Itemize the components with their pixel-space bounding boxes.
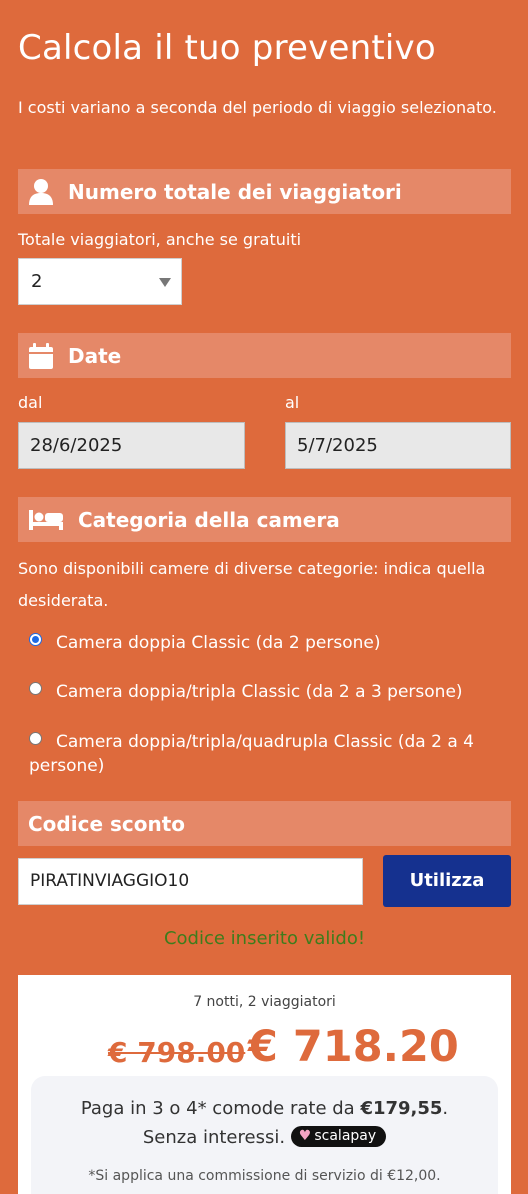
page-title: Calcola il tuo preventivo [18,28,436,68]
section-travelers-title: Numero totale dei viaggiatori [68,179,402,204]
travelers-select[interactable]: 2 [18,258,182,305]
date-from-input[interactable]: 28/6/2025 [18,422,245,469]
date-from-label: dal [18,393,43,412]
room-option-label: Camera doppia/tripla Classic (da 2 a 3 p… [56,682,463,702]
section-dates-title: Date [68,343,122,368]
service-fee-note: *Si applica una commissione di servizio … [88,1168,441,1184]
section-travelers: Numero totale dei viaggiatori [18,169,511,214]
radio-unchecked[interactable] [29,681,42,695]
chevron-down-icon [159,278,171,287]
radio-unchecked[interactable] [29,731,42,745]
travelers-label: Totale viaggiatori, anche se gratuiti [18,230,302,249]
installments-text: Paga in 3 o 4* comode rate da €179,55. [31,1098,498,1119]
section-discount-title: Codice sconto [28,811,186,836]
installments-prefix: Paga in 3 o 4* comode rate da [80,1098,361,1119]
calendar-icon [29,342,53,369]
installments-suffix: . [442,1098,449,1119]
no-interest-line: Senza interessi. ♥ scalapay [31,1125,498,1149]
date-to-input[interactable]: 5/7/2025 [285,422,511,469]
room-option-tripla[interactable]: Camera doppia/tripla Classic (da 2 a 3 p… [29,680,509,704]
installments-box: Paga in 3 o 4* comode rate da €179,55. S… [31,1076,498,1194]
user-icon [29,178,53,205]
new-price: € 718.20 [248,1022,459,1072]
date-to-label: al [285,393,300,412]
room-description: Sono disponibili camere di diverse categ… [18,559,486,610]
intro-text: I costi variano a seconda del periodo di… [18,98,497,117]
discount-code-input[interactable]: PIRATINVIAGGIO10 [18,858,363,905]
room-option-label: Camera doppia/tripla/quadrupla Classic (… [29,732,474,776]
old-price: € 798.00 [108,1036,246,1069]
apply-code-button[interactable]: Utilizza [383,855,511,907]
travelers-select-value: 2 [31,271,43,292]
no-interest-text: Senza interessi. [142,1127,286,1148]
room-option-label: Camera doppia Classic (da 2 persone) [56,633,381,653]
installments-amount: €179,55 [360,1098,443,1119]
room-option-quadrupla[interactable]: Camera doppia/tripla/quadrupla Classic (… [29,730,509,778]
code-valid-message: Codice inserito valido! [163,928,366,949]
scalapay-badge[interactable]: ♥ scalapay [290,1125,387,1147]
section-room: Categoria della camera [18,497,511,542]
bed-icon [29,509,63,530]
section-discount: Codice sconto [18,801,511,846]
room-option-doppia[interactable]: Camera doppia Classic (da 2 persone) [29,631,509,655]
section-room-title: Categoria della camera [78,507,340,532]
nights-travelers: 7 notti, 2 viaggiatori [193,994,336,1010]
heart-icon: ♥ [298,1127,312,1144]
section-dates: Date [18,333,511,378]
scalapay-label: scalapay [314,1127,377,1144]
radio-checked[interactable] [29,632,42,646]
